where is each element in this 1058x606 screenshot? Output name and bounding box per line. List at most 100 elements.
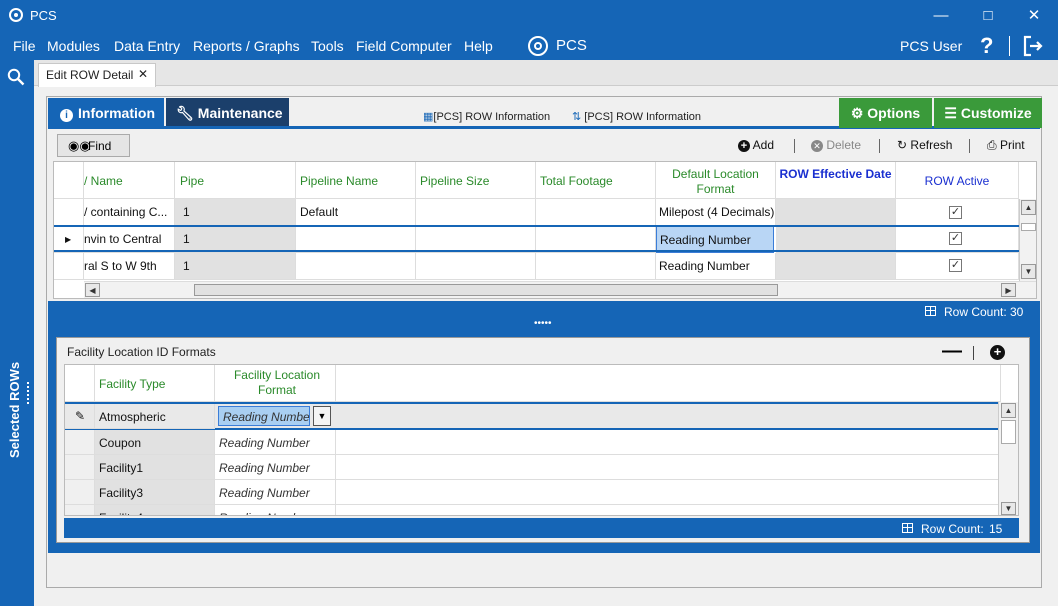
cell-pipe[interactable]: 1 bbox=[175, 199, 296, 226]
cell-pipe[interactable]: 1 bbox=[175, 226, 296, 253]
doc-tab-close-icon[interactable]: ✕ bbox=[138, 67, 148, 81]
add-facility-icon[interactable]: + bbox=[990, 345, 1005, 360]
cell-name[interactable]: nvin to Central bbox=[84, 226, 175, 253]
col-header-row-effective-date[interactable]: ROW Effective Date bbox=[776, 162, 896, 199]
menu-help[interactable]: Help bbox=[464, 38, 493, 54]
cell-effective-date[interactable] bbox=[776, 199, 896, 226]
row-indicator[interactable] bbox=[65, 455, 95, 480]
row-indicator[interactable] bbox=[65, 430, 95, 455]
selected-rows-sidebar[interactable]: Selected ROWs bbox=[0, 60, 33, 606]
minimize-button[interactable]: — bbox=[929, 6, 953, 26]
scroll-up-button[interactable]: ▲ bbox=[1021, 200, 1036, 215]
cell-facility-type[interactable]: Atmospheric bbox=[95, 404, 215, 429]
cell-name[interactable]: / containing C... bbox=[84, 199, 175, 226]
cell-row-active[interactable]: ✓ bbox=[896, 199, 1019, 226]
cell-effective-date[interactable] bbox=[776, 253, 896, 280]
row-grid[interactable]: / Name Pipe Pipeline Name Pipeline Size … bbox=[53, 161, 1037, 299]
dropdown-chevron-icon[interactable]: ▼ bbox=[313, 406, 331, 426]
options-button[interactable]: ⚙ Options bbox=[839, 98, 932, 128]
col-header-pipe[interactable]: Pipe bbox=[175, 162, 296, 199]
col-header-pipeline-name[interactable]: Pipeline Name bbox=[296, 162, 416, 199]
sidebar-grip-handle[interactable] bbox=[27, 382, 30, 404]
cell-total-footage[interactable] bbox=[536, 199, 656, 226]
cell-facility-type[interactable]: Facility3 bbox=[95, 480, 215, 505]
row-indicator[interactable] bbox=[65, 480, 95, 505]
col-header-facility-type[interactable]: Facility Type bbox=[95, 365, 215, 402]
cell-facility-location-format[interactable]: Reading Number bbox=[215, 430, 336, 455]
close-button[interactable]: ✕ bbox=[1022, 6, 1046, 26]
cell-pipeline-name[interactable]: Default bbox=[296, 199, 416, 226]
row-active-checkbox[interactable]: ✓ bbox=[949, 259, 962, 272]
cell-total-footage[interactable] bbox=[536, 226, 656, 253]
col-header-facility-location-format[interactable]: Facility Location Format bbox=[215, 365, 336, 402]
cell-pipeline-size[interactable] bbox=[416, 199, 536, 226]
col-header-pipeline-size[interactable]: Pipeline Size bbox=[416, 162, 536, 199]
row-indicator-current[interactable]: ▶ bbox=[54, 226, 84, 253]
cell-pipeline-name[interactable] bbox=[296, 226, 416, 253]
cell-pipeline-name[interactable] bbox=[296, 253, 416, 280]
refresh-button[interactable]: ↻ Refresh bbox=[897, 138, 952, 152]
cell-pipeline-size[interactable] bbox=[416, 253, 536, 280]
cell-default-location-format[interactable]: Reading Number bbox=[656, 253, 776, 280]
cell-default-location-format-focused[interactable]: Reading Number bbox=[656, 226, 774, 253]
help-icon[interactable]: ? bbox=[980, 33, 993, 59]
facility-grid-vscrollbar[interactable]: ▲ ▼ bbox=[998, 402, 1018, 515]
col-header-total-footage[interactable]: Total Footage bbox=[536, 162, 656, 199]
menu-tools[interactable]: Tools bbox=[311, 38, 344, 54]
cell-facility-type[interactable]: Facility4 bbox=[95, 505, 215, 515]
maximize-button[interactable]: □ bbox=[976, 6, 1000, 26]
menu-data-entry[interactable]: Data Entry bbox=[114, 38, 180, 54]
menu-file[interactable]: File bbox=[13, 38, 36, 54]
row-grid-hscrollbar[interactable]: ◀ ▶ bbox=[84, 281, 1036, 298]
cell-name[interactable]: ral S to W 9th bbox=[84, 253, 175, 280]
cell-effective-date[interactable] bbox=[776, 226, 896, 253]
scroll-down-button[interactable]: ▼ bbox=[1021, 264, 1036, 279]
customize-button[interactable]: ☰ Customize bbox=[934, 98, 1042, 128]
col-header-name[interactable]: / Name bbox=[84, 162, 175, 199]
facility-grid[interactable]: Facility Type Facility Location Format ✎… bbox=[64, 364, 1019, 516]
menu-reports-graphs[interactable]: Reports / Graphs bbox=[193, 38, 300, 54]
scroll-thumb[interactable] bbox=[1021, 223, 1036, 231]
scroll-left-button[interactable]: ◀ bbox=[85, 283, 100, 297]
tab-maintenance[interactable]: 🔧︎ Maintenance bbox=[166, 98, 289, 128]
cell-facility-location-format[interactable]: Reading Number bbox=[215, 480, 336, 505]
menu-modules[interactable]: Modules bbox=[47, 38, 100, 54]
cell-pipeline-size[interactable] bbox=[416, 226, 536, 253]
cell-facility-location-format[interactable]: Reading Number bbox=[215, 455, 336, 480]
cell-row-active[interactable]: ✓ bbox=[896, 226, 1019, 253]
cell-facility-type[interactable]: Coupon bbox=[95, 430, 215, 455]
panel-splitter[interactable]: ••••• bbox=[48, 319, 1040, 329]
scroll-up-button[interactable]: ▲ bbox=[1001, 403, 1016, 418]
scroll-right-button[interactable]: ▶ bbox=[1001, 283, 1016, 297]
row-active-checkbox[interactable]: ✓ bbox=[949, 206, 962, 219]
tab-information[interactable]: i Information bbox=[48, 98, 164, 128]
cell-total-footage[interactable] bbox=[536, 253, 656, 280]
col-header-default-location-format[interactable]: Default Location Format bbox=[656, 162, 776, 199]
row-indicator[interactable] bbox=[54, 199, 84, 226]
facility-location-format-editor[interactable]: Reading Numbe bbox=[218, 406, 310, 426]
row-indicator[interactable] bbox=[65, 505, 95, 515]
find-button[interactable]: ◉◉ Find bbox=[57, 134, 130, 157]
user-name[interactable]: PCS User bbox=[900, 38, 962, 54]
print-button[interactable]: ⎙ Print bbox=[987, 138, 1025, 153]
cell-default-location-format[interactable]: Milepost (4 Decimals) bbox=[656, 199, 776, 226]
row-active-checkbox[interactable]: ✓ bbox=[949, 232, 962, 245]
scroll-thumb[interactable] bbox=[1001, 420, 1016, 444]
search-icon[interactable] bbox=[7, 68, 25, 86]
row-grid-vscrollbar[interactable]: ▲ ▼ bbox=[1019, 199, 1036, 281]
sidebar-label[interactable]: Selected ROWs bbox=[7, 362, 22, 458]
delete-button[interactable]: ✕ Delete bbox=[811, 138, 861, 152]
logout-icon[interactable] bbox=[1022, 35, 1044, 57]
menu-field-computer[interactable]: Field Computer bbox=[356, 38, 452, 54]
col-header-row-active[interactable]: ROW Active bbox=[896, 162, 1019, 199]
cell-facility-type[interactable]: Facility1 bbox=[95, 455, 215, 480]
tab-edit-row-detail[interactable]: Edit ROW Detail ✕ bbox=[38, 63, 156, 87]
row-indicator[interactable] bbox=[54, 253, 84, 280]
add-button[interactable]: + Add bbox=[738, 138, 774, 152]
collapse-minus-icon[interactable]: — bbox=[942, 340, 962, 363]
cell-pipe[interactable]: 1 bbox=[175, 253, 296, 280]
hscroll-thumb[interactable] bbox=[194, 284, 778, 296]
cell-row-active[interactable]: ✓ bbox=[896, 253, 1019, 280]
cell-facility-location-format[interactable]: Reading Number bbox=[215, 505, 336, 515]
scroll-down-button[interactable]: ▼ bbox=[1001, 502, 1016, 515]
